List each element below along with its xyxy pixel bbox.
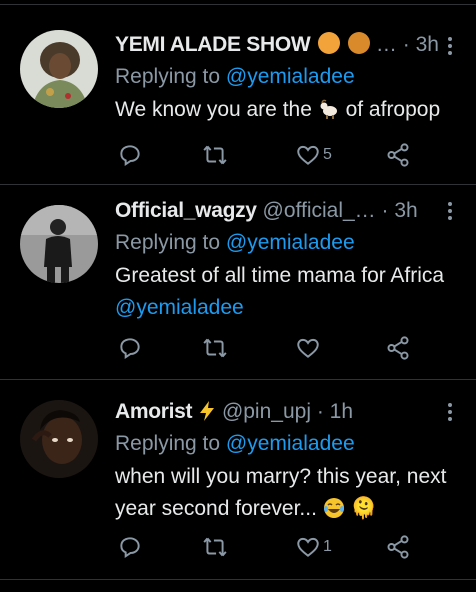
- tweet-actions: 1: [115, 532, 415, 562]
- display-name[interactable]: Official_wagzy: [115, 199, 257, 222]
- more-options-icon[interactable]: [448, 403, 454, 424]
- avatar[interactable]: [20, 400, 98, 478]
- retweet-button[interactable]: [202, 333, 228, 363]
- tweet-actions: 5: [115, 140, 415, 170]
- separator-dot: ·: [402, 33, 410, 56]
- reply-icon: [120, 338, 140, 360]
- retweet-button[interactable]: [202, 532, 228, 562]
- reply-mention-link[interactable]: @yemialadee: [226, 432, 355, 455]
- tweet-actions: [115, 333, 415, 363]
- laughing-tears-emoji-icon: [323, 498, 344, 518]
- tweet-header: Official_wagzy @official_… · 3h: [115, 197, 436, 225]
- body-mention-link[interactable]: @yemialadee: [115, 296, 244, 319]
- more-options-icon[interactable]: [448, 37, 454, 58]
- replying-to: Replying to @yemialadee: [115, 63, 355, 91]
- tweet-text-part: 🫠: [350, 497, 377, 520]
- retweet-button[interactable]: [202, 140, 228, 170]
- avatar[interactable]: [20, 205, 98, 283]
- replying-to-label: Replying to: [115, 432, 221, 455]
- goat-emoji-icon: [320, 99, 337, 119]
- tweet-replies-list: YEMI ALADE SHOW … · 3h Replying to @yemi…: [0, 0, 476, 592]
- timestamp[interactable]: 3h: [394, 199, 417, 222]
- name-ellipsis: …: [375, 33, 397, 56]
- tweet-text: when will you marry? this year, next yea…: [115, 461, 458, 525]
- tweet-header: YEMI ALADE SHOW … · 3h: [115, 31, 439, 59]
- share-button[interactable]: [385, 140, 411, 170]
- reply-button[interactable]: [117, 140, 143, 170]
- share-icon: [387, 143, 409, 167]
- reply-icon: [120, 145, 140, 167]
- share-button[interactable]: [385, 532, 411, 562]
- reply-icon: [120, 537, 140, 559]
- tiger-emoji-icon: [318, 32, 341, 54]
- reply-mention-link[interactable]: @yemialadee: [226, 231, 355, 254]
- reply-mention-link[interactable]: @yemialadee: [226, 65, 355, 88]
- share-icon: [387, 535, 409, 559]
- reply-button[interactable]: [117, 333, 143, 363]
- reply-button[interactable]: [117, 532, 143, 562]
- like-count: 5: [323, 146, 332, 163]
- retweet-icon: [203, 537, 227, 557]
- heart-icon: [297, 537, 319, 557]
- tweet-text-part: Greatest of all time mama for Africa: [115, 264, 445, 287]
- lion-emoji-icon: [348, 32, 371, 54]
- retweet-icon: [203, 145, 227, 165]
- display-name[interactable]: Amorist: [115, 400, 193, 423]
- tweet-text: Greatest of all time mama for Africa @ye…: [115, 260, 458, 324]
- more-options-icon[interactable]: [448, 202, 454, 223]
- like-button[interactable]: 5: [295, 140, 332, 170]
- share-button[interactable]: [385, 333, 411, 363]
- tweet-text: We know you are the of afropop: [115, 94, 458, 126]
- tweet-item[interactable]: YEMI ALADE SHOW … · 3h Replying to @yemi…: [0, 5, 476, 185]
- retweet-icon: [203, 338, 227, 358]
- tweet-header: Amorist @pin_upj · 1h: [115, 398, 436, 426]
- display-name[interactable]: YEMI ALADE SHOW: [115, 33, 311, 56]
- like-button[interactable]: 1: [295, 532, 332, 562]
- avatar[interactable]: [20, 30, 98, 108]
- like-button[interactable]: [295, 333, 323, 363]
- tweet-text-part: when will you marry? this year, next yea…: [115, 465, 447, 520]
- user-handle[interactable]: @pin_upj: [222, 400, 311, 423]
- heart-icon: [297, 145, 319, 165]
- replying-to-label: Replying to: [115, 65, 221, 88]
- share-icon: [387, 336, 409, 360]
- user-handle[interactable]: @official_…: [263, 199, 376, 222]
- replying-to-label: Replying to: [115, 231, 221, 254]
- tweet-text-part: We know you are the: [115, 98, 312, 121]
- tweet-item[interactable]: Official_wagzy @official_… · 3h Replying…: [0, 185, 476, 380]
- separator-dot: ·: [381, 199, 389, 222]
- replying-to: Replying to @yemialadee: [115, 430, 355, 458]
- tweet-item[interactable]: Amorist @pin_upj · 1h Replying to @yemia…: [0, 380, 476, 580]
- timestamp[interactable]: 3h: [416, 33, 439, 56]
- replying-to: Replying to @yemialadee: [115, 229, 355, 257]
- like-count: 1: [323, 538, 332, 555]
- lightning-emoji-icon: [200, 401, 215, 421]
- heart-icon: [297, 338, 319, 358]
- tweet-text-part: of afropop: [345, 98, 441, 121]
- separator-dot: ·: [316, 400, 324, 423]
- timestamp[interactable]: 1h: [330, 400, 353, 423]
